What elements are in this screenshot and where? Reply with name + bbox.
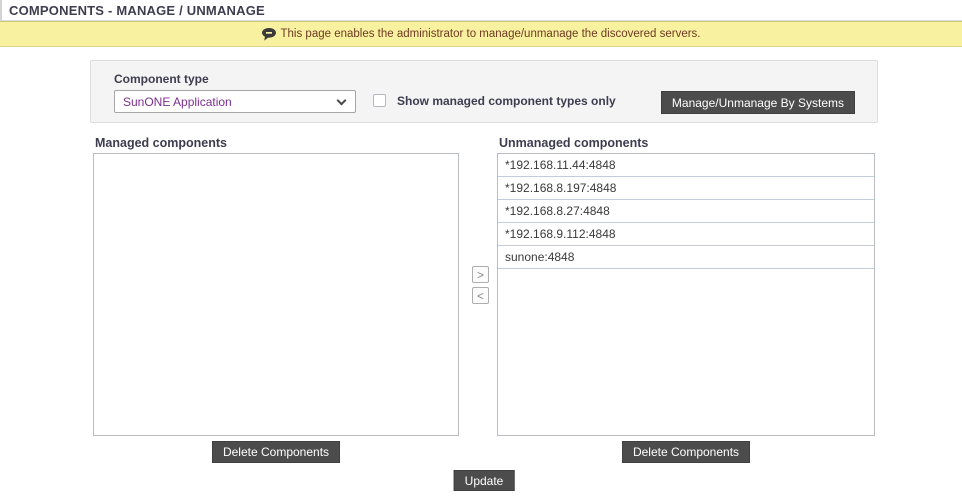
- chevron-down-icon: [336, 95, 347, 105]
- banner-text: This page enables the administrator to m…: [280, 28, 701, 40]
- page-header: COMPONENTS - MANAGE / UNMANAGE: [0, 0, 962, 21]
- unmanaged-list-item[interactable]: *192.168.11.44:4848: [498, 154, 874, 177]
- component-type-select[interactable]: SunONE Application: [114, 90, 356, 113]
- comment-bubble-icon: [261, 28, 276, 41]
- unmanaged-list-item[interactable]: *192.168.8.27:4848: [498, 200, 874, 223]
- unmanaged-components-listbox[interactable]: *192.168.11.44:4848 *192.168.8.197:4848 …: [497, 153, 875, 436]
- managed-components-label: Managed components: [95, 136, 227, 150]
- page-title: COMPONENTS - MANAGE / UNMANAGE: [9, 3, 265, 18]
- unmanaged-list-item[interactable]: *192.168.8.197:4848: [498, 177, 874, 200]
- delete-managed-components-button[interactable]: Delete Components: [211, 441, 341, 463]
- unmanaged-list-item[interactable]: *192.168.9.112:4848: [498, 223, 874, 246]
- unmanaged-components-label: Unmanaged components: [499, 136, 649, 150]
- unmanaged-list-item[interactable]: sunone:4848: [498, 246, 874, 269]
- managed-delete-wrap: Delete Components: [93, 441, 459, 463]
- manage-unmanage-by-systems-button[interactable]: Manage/Unmanage By Systems: [660, 91, 855, 114]
- component-type-label: Component type: [114, 72, 209, 86]
- components-manage-unmanage-screen: COMPONENTS - MANAGE / UNMANAGE This page…: [0, 0, 962, 502]
- delete-unmanaged-components-button[interactable]: Delete Components: [621, 441, 751, 463]
- show-managed-checkbox[interactable]: [373, 94, 386, 107]
- info-banner: This page enables the administrator to m…: [0, 21, 962, 47]
- filter-panel: Component type SunONE Application Show m…: [90, 60, 878, 123]
- show-managed-checkbox-label: Show managed component types only: [397, 94, 616, 108]
- move-to-managed-button[interactable]: <: [472, 287, 489, 304]
- update-button[interactable]: Update: [453, 470, 515, 491]
- unmanaged-delete-wrap: Delete Components: [497, 441, 875, 463]
- component-type-selected-value: SunONE Application: [123, 94, 232, 109]
- move-to-unmanaged-button[interactable]: >: [472, 266, 489, 283]
- managed-components-listbox[interactable]: [93, 153, 459, 436]
